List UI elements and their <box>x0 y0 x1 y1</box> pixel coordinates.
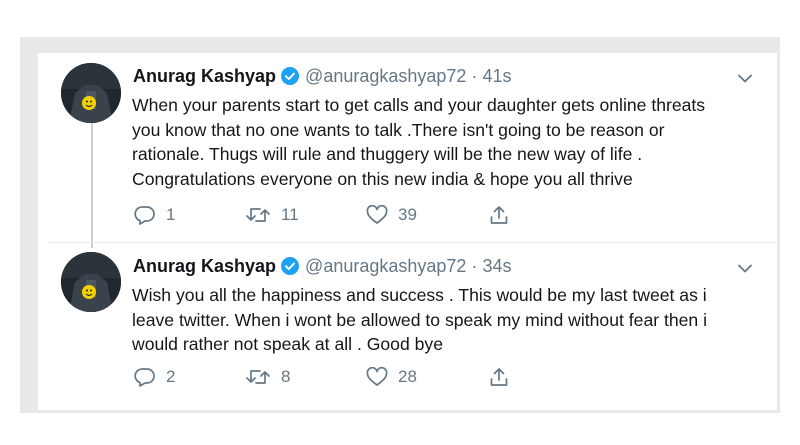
reply-count: 1 <box>166 205 176 224</box>
avatar[interactable] <box>61 63 121 123</box>
tweet-timestamp[interactable]: 41s <box>482 65 511 87</box>
tweet-header: Anurag Kashyap @anuragkashyap72 · 41s <box>133 65 511 87</box>
avatar-image <box>61 63 121 123</box>
retweet-button[interactable]: 11 <box>245 205 366 225</box>
like-count: 28 <box>398 367 417 386</box>
avatar[interactable] <box>61 252 121 312</box>
retweet-icon <box>246 208 270 222</box>
reply-icon <box>134 206 155 225</box>
verified-badge-icon <box>281 257 300 275</box>
reply-icon <box>134 368 155 387</box>
tweet-text-line: Congratulations everyone on this new ind… <box>132 168 633 189</box>
tweet-text-line: you know that no one wants to talk .Ther… <box>132 119 665 140</box>
retweet-button[interactable]: 8 <box>245 367 366 387</box>
tweet-divider <box>48 242 776 243</box>
tweet-text: Wish you all the happiness and success .… <box>132 283 707 357</box>
reply-button[interactable]: 2 <box>134 367 245 387</box>
like-button[interactable]: 28 <box>366 367 489 387</box>
share-icon <box>490 206 508 224</box>
author-name[interactable]: Anurag Kashyap <box>133 255 276 277</box>
thread-connector-line <box>91 122 93 248</box>
tweet-text-line: When your parents start to get calls and… <box>132 95 706 115</box>
retweet-count: 8 <box>281 367 291 386</box>
tweet-text-line: would rather not speak at all . Good bye <box>132 334 444 354</box>
tweet-text: When your parents start to get calls and… <box>132 93 705 191</box>
share-button[interactable] <box>489 205 509 225</box>
chevron-down-icon[interactable] <box>734 257 756 279</box>
author-handle[interactable]: @anuragkashyap72 <box>305 255 466 277</box>
avatar-image <box>61 252 121 312</box>
author-name[interactable]: Anurag Kashyap <box>133 65 276 87</box>
like-button[interactable]: 39 <box>366 205 489 225</box>
tweet-text-line: Wish you all the happiness and success .… <box>132 285 707 305</box>
tweet-timestamp[interactable]: 34s <box>482 255 511 277</box>
retweet-count: 11 <box>281 205 299 224</box>
retweet-icon <box>246 370 270 384</box>
tweet-text-line: rationale. Thugs will rule and thuggery … <box>132 144 643 164</box>
reply-count: 2 <box>166 367 176 386</box>
tweet-text-line: leave twitter. When i wont be allowed to… <box>132 309 708 330</box>
verified-badge-icon <box>281 67 300 85</box>
header-separator: · <box>471 256 478 276</box>
like-count: 39 <box>398 205 417 224</box>
header-separator: · <box>471 66 478 86</box>
tweet-actions: 1 11 39 <box>134 205 509 225</box>
tweet-header: Anurag Kashyap @anuragkashyap72 · 34s <box>133 255 511 277</box>
like-icon <box>366 205 388 224</box>
share-icon <box>490 368 508 386</box>
like-icon <box>366 367 388 386</box>
author-handle[interactable]: @anuragkashyap72 <box>305 65 466 87</box>
chevron-down-icon[interactable] <box>734 67 756 89</box>
reply-button[interactable]: 1 <box>134 205 245 225</box>
share-button[interactable] <box>489 367 509 387</box>
tweet-actions: 2 8 28 <box>134 367 509 387</box>
